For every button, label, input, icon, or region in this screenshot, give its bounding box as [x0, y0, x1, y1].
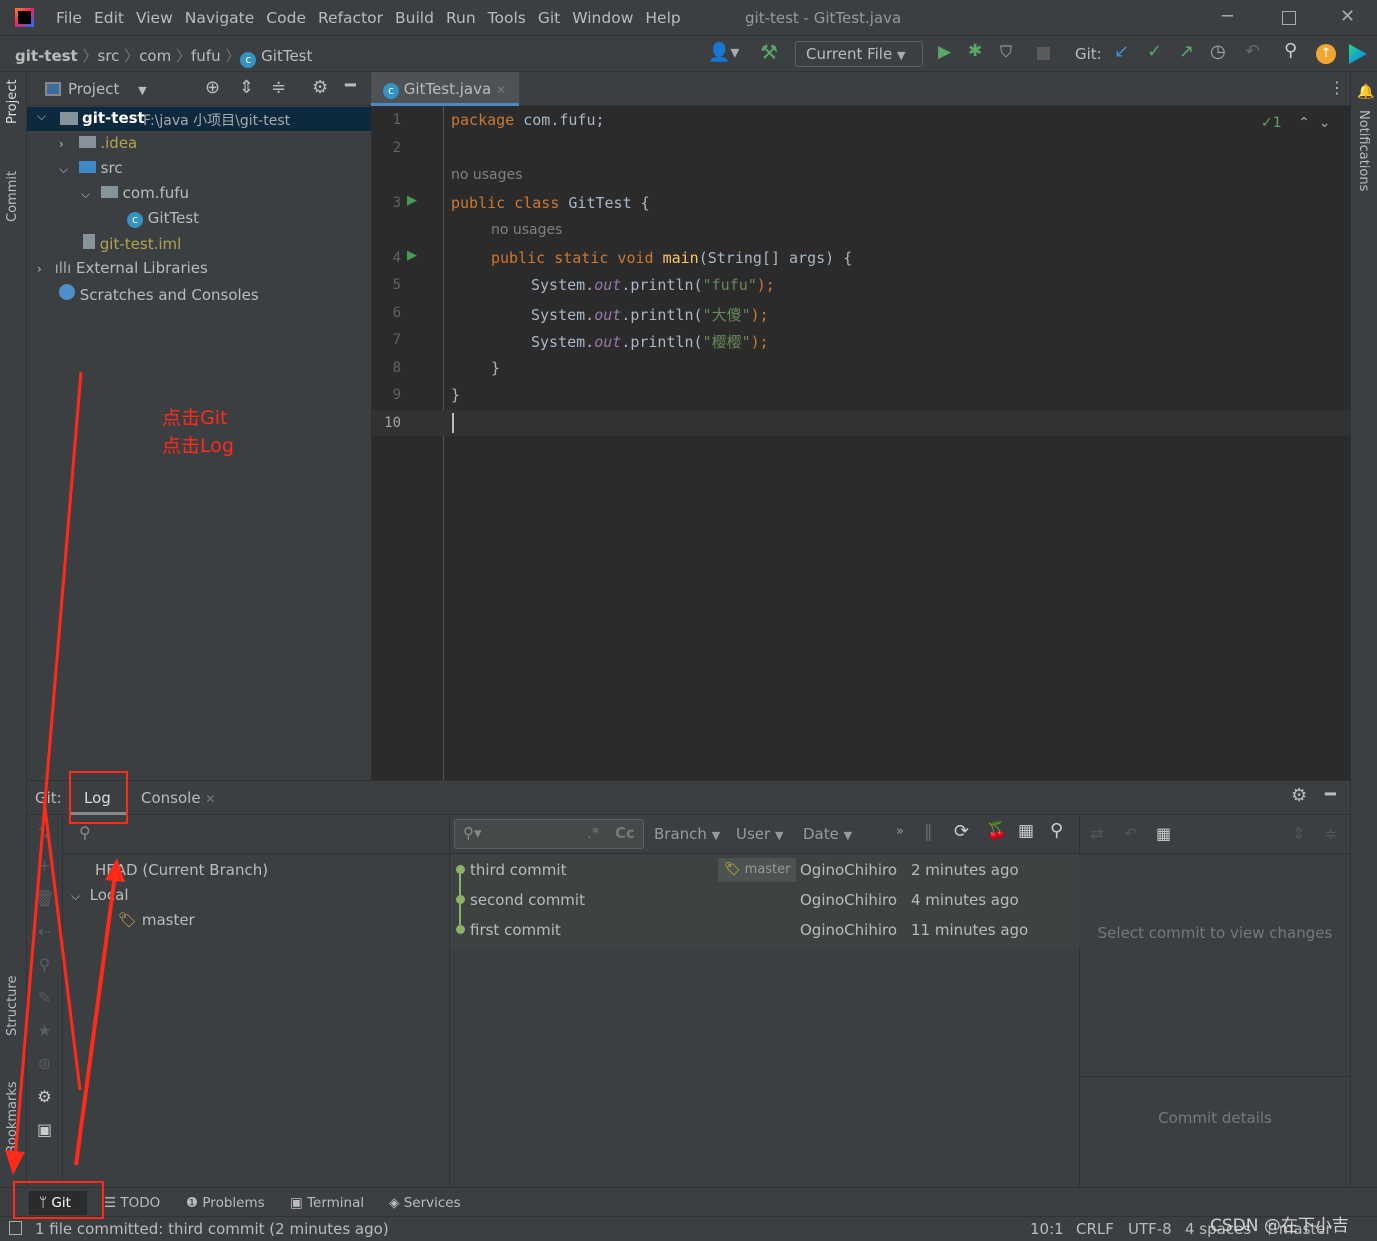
arrow-line [42, 799, 82, 1091]
arrow-head [5, 1150, 25, 1175]
annotation-arrows [5, 371, 125, 1175]
arrow-head [105, 858, 125, 882]
arrow-to-git [13, 371, 83, 1161]
arrow-to-log [74, 874, 117, 1166]
